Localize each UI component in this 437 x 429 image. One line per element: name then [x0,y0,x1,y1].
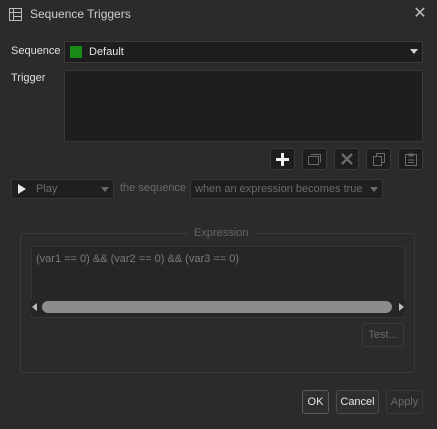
apply-button[interactable]: Apply [386,390,423,414]
duplicate-trigger-button[interactable] [302,148,327,170]
cancel-button[interactable]: Cancel [336,390,379,414]
app-icon [9,8,22,21]
ok-button[interactable]: OK [302,390,329,414]
sequence-label: Sequence [11,45,61,57]
scroll-left-icon[interactable] [32,303,37,311]
copy-trigger-button[interactable] [366,148,391,170]
condition-dropdown[interactable]: when an expression becomes true [190,179,383,199]
expression-text: (var1 == 0) && (var2 == 0) && (var3 == 0… [36,253,239,265]
window-title: Sequence Triggers [30,7,131,21]
paste-trigger-button[interactable] [398,148,423,170]
add-trigger-button[interactable] [270,148,295,170]
sequence-value: Default [89,46,124,58]
paste-icon [404,153,417,166]
delete-trigger-button[interactable] [334,148,359,170]
plus-icon [276,152,289,166]
action-value: Play [36,183,58,195]
close-icon[interactable]: ✕ [409,4,431,24]
duplicate-icon [308,153,321,165]
scroll-right-icon[interactable] [399,303,404,311]
play-icon [18,184,26,194]
chevron-down-icon [101,187,109,192]
scrollbar-thumb[interactable] [42,301,392,313]
delete-x-icon [340,153,353,165]
trigger-list[interactable] [64,70,423,142]
test-button[interactable]: Test... [362,323,404,347]
horizontal-scrollbar[interactable] [31,300,405,314]
sequence-dropdown[interactable]: Default [64,41,423,63]
title-bar: Sequence Triggers ✕ [0,0,437,30]
expression-group-title: Expression [188,227,255,239]
chevron-down-icon [370,187,378,192]
sequence-color-swatch [70,46,82,58]
chevron-down-icon [410,49,418,54]
condition-value: when an expression becomes true [195,183,363,195]
action-dropdown[interactable]: Play [11,179,114,199]
trigger-label: Trigger [11,72,46,84]
the-sequence-text: the sequence [120,182,187,194]
copy-icon [372,152,385,166]
